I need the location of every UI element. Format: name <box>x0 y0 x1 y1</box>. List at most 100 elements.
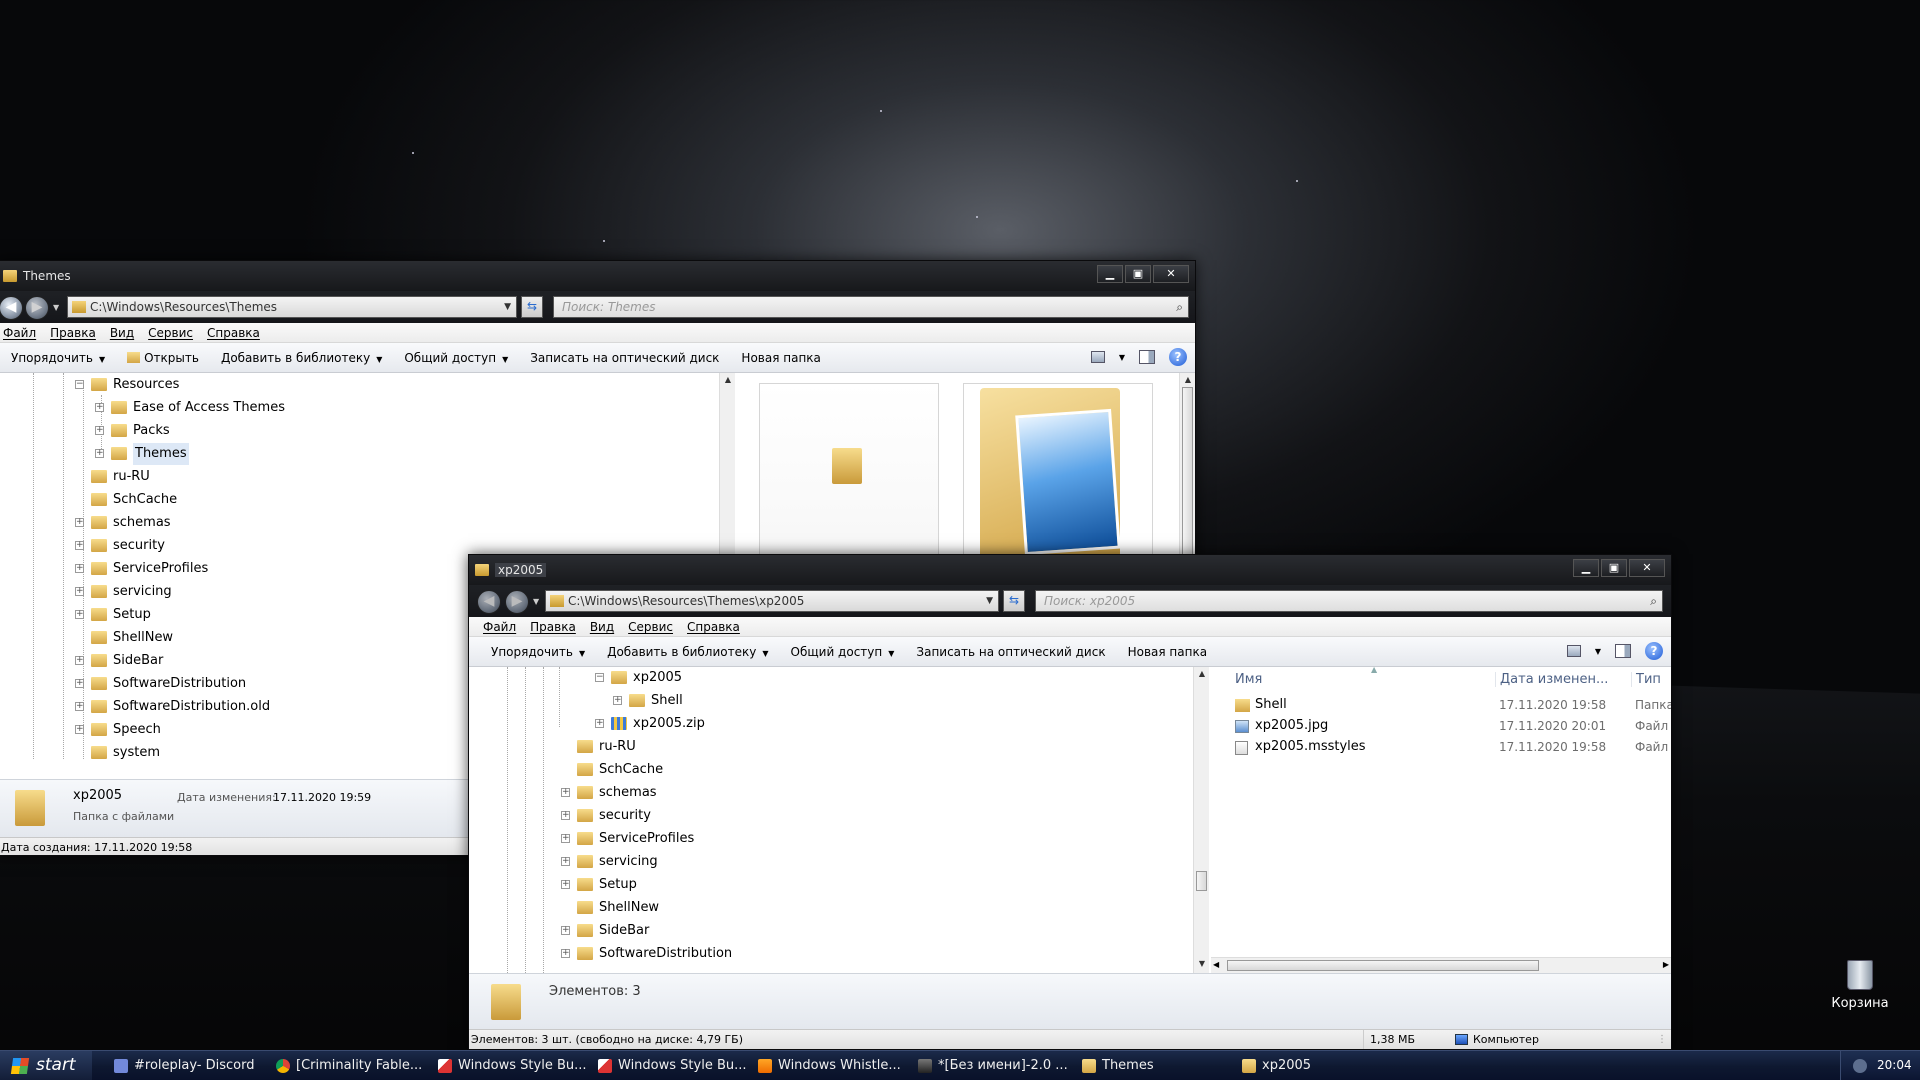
menu-file[interactable]: Файл <box>3 323 36 342</box>
horizontal-scrollbar[interactable]: ◀ ▶ <box>1211 957 1672 973</box>
expand-icon[interactable]: + <box>95 403 104 412</box>
collapse-icon[interactable]: − <box>75 380 84 389</box>
taskbar-button-whistler[interactable]: Windows Whistle... <box>754 1054 914 1078</box>
search-icon[interactable]: ⌕ <box>1176 297 1183 317</box>
change-view-icon[interactable] <box>1567 645 1581 657</box>
column-type[interactable]: Тип <box>1631 672 1661 687</box>
scroll-down-icon[interactable]: ▼ <box>1194 959 1210 968</box>
organize-button[interactable]: Упорядочить▼ <box>3 351 119 365</box>
close-button[interactable]: ✕ <box>1153 265 1189 283</box>
forward-button[interactable]: ▶ <box>25 296 49 320</box>
refresh-button[interactable]: ⇆ <box>1003 590 1025 612</box>
menu-help[interactable]: Справка <box>687 617 740 636</box>
add-to-library-button[interactable]: Добавить в библиотеку▼ <box>599 645 782 659</box>
menu-edit[interactable]: Правка <box>530 617 576 636</box>
expand-icon[interactable]: + <box>75 702 84 711</box>
scroll-up-icon[interactable]: ▲ <box>720 375 736 384</box>
expand-icon[interactable]: + <box>75 564 84 573</box>
menu-tools[interactable]: Сервис <box>628 617 673 636</box>
expand-icon[interactable]: + <box>561 949 570 958</box>
scroll-up-icon[interactable]: ▲ <box>1180 375 1196 384</box>
taskbar-button-chrome[interactable]: [Criminality Fable... <box>272 1054 432 1078</box>
preview-pane-icon[interactable] <box>1615 644 1631 658</box>
clock[interactable]: 20:04 <box>1877 1051 1912 1080</box>
file-row[interactable]: Shell 17.11.2020 19:58 Папка с <box>1211 695 1672 716</box>
expand-icon[interactable]: + <box>75 610 84 619</box>
chevron-down-icon[interactable]: ▼ <box>986 591 993 611</box>
refresh-button[interactable]: ⇆ <box>521 296 543 318</box>
tree-scrollbar[interactable]: ▲ ▼ <box>1193 667 1209 973</box>
new-folder-button[interactable]: Новая папка <box>1120 645 1221 659</box>
minimize-button[interactable]: ▁ <box>1573 559 1599 577</box>
scroll-thumb[interactable] <box>1227 960 1539 971</box>
menu-help[interactable]: Справка <box>207 323 260 342</box>
maximize-button[interactable]: ▣ <box>1125 265 1151 283</box>
share-button[interactable]: Общий доступ▼ <box>396 351 522 365</box>
expand-icon[interactable]: + <box>95 426 104 435</box>
close-button[interactable]: ✕ <box>1629 559 1665 577</box>
address-bar[interactable]: C:\Windows\Resources\Themes ▼ <box>67 296 517 318</box>
expand-icon[interactable]: + <box>95 449 104 458</box>
explorer-window-xp2005[interactable]: xp2005 ▁ ▣ ✕ ◀ ▶ ▼ C:\Windows\Resources\… <box>468 554 1672 1050</box>
recycle-bin[interactable]: Корзина <box>1820 960 1900 1011</box>
expand-icon[interactable]: + <box>75 725 84 734</box>
organize-button[interactable]: Упорядочить▼ <box>483 645 599 659</box>
address-bar[interactable]: C:\Windows\Resources\Themes\xp2005 ▼ <box>545 590 999 612</box>
preview-pane-icon[interactable] <box>1139 350 1155 364</box>
title-bar[interactable]: xp2005 ▁ ▣ ✕ <box>469 555 1671 585</box>
taskbar-button-discord[interactable]: #roleplay- Discord <box>110 1054 276 1078</box>
expand-icon[interactable]: + <box>613 696 622 705</box>
burn-button[interactable]: Записать на оптический диск <box>522 351 733 365</box>
menu-tools[interactable]: Сервис <box>148 323 193 342</box>
add-to-library-button[interactable]: Добавить в библиотеку▼ <box>213 351 396 365</box>
taskbar-button-untitled[interactable]: *[Без имени]-2.0 ... <box>914 1054 1078 1078</box>
menu-view[interactable]: Вид <box>590 617 614 636</box>
taskbar-button-themes[interactable]: Themes <box>1078 1054 1238 1078</box>
expand-icon[interactable]: + <box>595 719 604 728</box>
change-view-icon[interactable] <box>1091 351 1105 363</box>
chevron-down-icon[interactable]: ▼ <box>504 297 511 317</box>
burn-button[interactable]: Записать на оптический диск <box>908 645 1119 659</box>
start-button[interactable]: start <box>0 1051 92 1080</box>
chevron-down-icon[interactable]: ▼ <box>53 303 59 312</box>
maximize-button[interactable]: ▣ <box>1601 559 1627 577</box>
folder-tree[interactable]: −xp2005 +Shell +xp2005.zip ru-RU SchCach… <box>469 667 1193 973</box>
file-row[interactable]: xp2005.jpg 17.11.2020 20:01 Файл "JF <box>1211 716 1672 737</box>
title-bar[interactable]: Themes ▁ ▣ ✕ <box>0 261 1195 291</box>
search-icon[interactable]: ⌕ <box>1650 591 1657 611</box>
file-row[interactable]: xp2005.msstyles 17.11.2020 19:58 Файл "M <box>1211 737 1672 758</box>
help-icon[interactable]: ? <box>1645 642 1663 660</box>
collapse-icon[interactable]: − <box>595 673 604 682</box>
menu-file[interactable]: Файл <box>483 617 516 636</box>
resize-grip-icon[interactable]: ⋮ <box>1657 1030 1667 1049</box>
scroll-thumb[interactable] <box>1196 871 1207 891</box>
column-name[interactable]: Имя <box>1235 672 1262 687</box>
help-icon[interactable]: ? <box>1169 348 1187 366</box>
expand-icon[interactable]: + <box>75 541 84 550</box>
column-date[interactable]: Дата изменен... <box>1495 672 1608 687</box>
expand-icon[interactable]: + <box>75 656 84 665</box>
share-button[interactable]: Общий доступ▼ <box>783 645 909 659</box>
expand-icon[interactable]: + <box>561 857 570 866</box>
open-button[interactable]: Открыть <box>119 351 213 365</box>
expand-icon[interactable]: + <box>561 926 570 935</box>
chevron-down-icon[interactable]: ▼ <box>1595 647 1601 656</box>
expand-icon[interactable]: + <box>75 679 84 688</box>
expand-icon[interactable]: + <box>561 811 570 820</box>
expand-icon[interactable]: + <box>561 788 570 797</box>
forward-button[interactable]: ▶ <box>505 590 529 614</box>
scroll-right-icon[interactable]: ▶ <box>1663 960 1669 969</box>
volume-icon[interactable] <box>1853 1059 1867 1073</box>
expand-icon[interactable]: + <box>561 834 570 843</box>
folder-thumbnail[interactable] <box>759 383 939 583</box>
taskbar-button-xp2005[interactable]: xp2005 <box>1238 1054 1398 1078</box>
taskbar-button-windows-style-builder-1[interactable]: Windows Style Bu... <box>434 1054 594 1078</box>
expand-icon[interactable]: + <box>75 587 84 596</box>
chevron-down-icon[interactable]: ▼ <box>533 597 539 606</box>
expand-icon[interactable]: + <box>75 518 84 527</box>
search-input[interactable]: Поиск: xp2005 ⌕ <box>1035 590 1663 612</box>
new-folder-button[interactable]: Новая папка <box>733 351 834 365</box>
minimize-button[interactable]: ▁ <box>1097 265 1123 283</box>
menu-view[interactable]: Вид <box>110 323 134 342</box>
back-button[interactable]: ◀ <box>0 296 23 320</box>
